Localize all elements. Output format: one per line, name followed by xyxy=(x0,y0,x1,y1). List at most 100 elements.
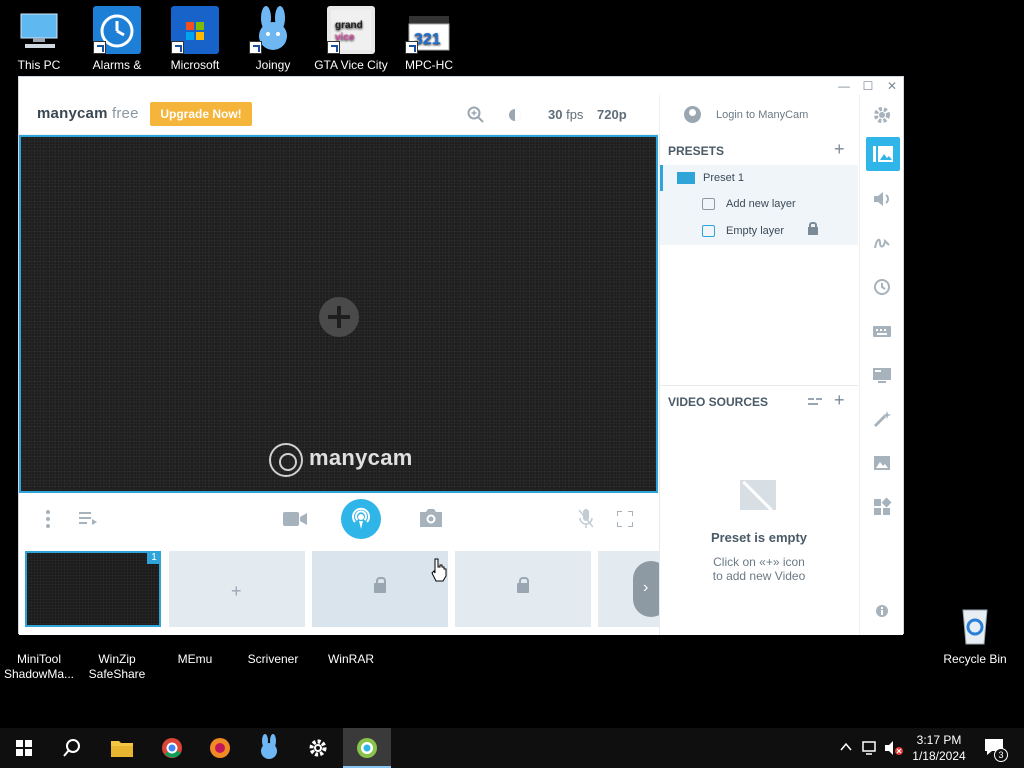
manycam-watermark-icon xyxy=(269,443,303,477)
windows-taskbar: 3:17 PM 1/18/2024 3 xyxy=(0,728,1024,768)
desktop-icon-label: GTA Vice City xyxy=(314,58,388,72)
desktop-icon-label: MPC-HC xyxy=(405,58,453,72)
broadcast-button[interactable] xyxy=(341,499,381,539)
svg-text:321: 321 xyxy=(414,31,441,48)
add-preset-thumbnail[interactable]: + xyxy=(169,551,305,627)
sources-settings-icon[interactable] xyxy=(808,397,822,407)
fps-value: 30 xyxy=(548,107,563,122)
notification-count: 3 xyxy=(994,748,1008,762)
resolution-selector[interactable]: 720p xyxy=(597,107,627,122)
gta-vice-city-icon: grand vice xyxy=(327,6,375,54)
desktop-icon-label: WinZip SafeShare xyxy=(88,652,146,681)
manycam-window: — ☐ ✕ manycam free Upgrade Now! 30 fps 7… xyxy=(18,76,904,635)
chevron-right-icon: › xyxy=(643,579,649,596)
desktop-icon-joingy[interactable]: Joingy xyxy=(234,6,312,73)
preset-image-icon xyxy=(677,172,695,184)
desktop-icon-label: Scrivener xyxy=(247,652,299,666)
empty-layer-item[interactable]: Empty layer xyxy=(660,218,858,244)
taskbar-manycam[interactable] xyxy=(343,728,391,768)
add-preset-plus-icon[interactable]: + xyxy=(834,139,845,160)
drawing-squiggle-icon[interactable] xyxy=(872,233,892,253)
add-layer-item[interactable]: Add new layer xyxy=(660,191,858,217)
manycam-watermark-text: manycam xyxy=(309,445,413,470)
login-area[interactable]: Login to ManyCam xyxy=(659,95,859,135)
playlist-icon[interactable] xyxy=(79,511,97,527)
volume-muted-icon[interactable] xyxy=(884,740,904,756)
desktop-icon-microsoft[interactable]: Microsoft xyxy=(156,6,234,73)
desktop-icon-mpc[interactable]: 321 MPC-HC xyxy=(390,6,468,73)
system-clock[interactable]: 3:17 PM 1/18/2024 xyxy=(908,732,970,764)
clock-icon[interactable] xyxy=(872,277,892,297)
title-bar: — ☐ ✕ xyxy=(19,77,903,95)
desktop-icon-this-pc[interactable]: This PC xyxy=(0,6,78,73)
section-divider xyxy=(660,385,858,386)
folder-icon xyxy=(111,741,133,757)
minimize-button[interactable]: — xyxy=(836,79,852,93)
taskbar-joingy[interactable] xyxy=(245,728,293,768)
maximize-button[interactable]: ☐ xyxy=(860,79,876,93)
search-button[interactable] xyxy=(48,728,96,768)
empty-state-line-1: Click on «+» icon xyxy=(713,555,805,569)
video-controls xyxy=(19,493,659,545)
shortcut-arrow-icon xyxy=(327,41,340,54)
empty-state-line-2: to add new Video xyxy=(712,569,806,583)
keyboard-icon[interactable] xyxy=(872,321,892,341)
settings-gear-icon[interactable] xyxy=(872,105,892,125)
user-avatar-icon xyxy=(684,106,701,123)
login-link[interactable]: Login to ManyCam xyxy=(716,109,808,121)
right-panel: PRESETS + Preset 1 Add new layer Empty l… xyxy=(659,135,859,635)
desktop-icon-label: Microsoft xyxy=(170,58,220,72)
settings-gear-icon xyxy=(309,739,327,757)
snapshot-camera-icon[interactable] xyxy=(420,509,442,527)
info-icon[interactable] xyxy=(872,601,892,621)
network-icon[interactable] xyxy=(862,740,880,756)
shortcut-arrow-icon xyxy=(249,41,262,54)
desktop-icon-alarms[interactable]: Alarms & xyxy=(78,6,156,73)
desktop-icon-label: Recycle Bin xyxy=(943,652,1007,666)
chevron-up-icon[interactable] xyxy=(840,742,852,752)
clock-date: 1/18/2024 xyxy=(912,749,966,763)
taskbar-browser[interactable] xyxy=(196,728,244,768)
add-source-plus-icon[interactable] xyxy=(319,297,359,337)
logo-brand: manycam xyxy=(37,105,108,122)
magic-wand-icon[interactable] xyxy=(872,409,892,429)
zoom-icon[interactable] xyxy=(467,106,485,124)
preset-item-1[interactable]: Preset 1 xyxy=(660,165,858,191)
desktop-icon-label: MiniTool ShadowMa... xyxy=(3,652,75,681)
widgets-icon[interactable] xyxy=(872,497,892,517)
taskbar-chrome[interactable] xyxy=(148,728,196,768)
notifications-button[interactable]: 3 xyxy=(976,728,1016,768)
brightness-icon[interactable] xyxy=(506,106,524,124)
fps-selector[interactable]: 30 fps xyxy=(548,107,583,122)
more-options-icon[interactable] xyxy=(45,509,51,529)
next-presets-button[interactable]: › xyxy=(633,561,659,617)
taskbar-file-explorer[interactable] xyxy=(98,728,146,768)
recycle-bin-icon xyxy=(951,600,999,648)
desktop-icon-gta[interactable]: grand vice GTA Vice City xyxy=(312,6,390,73)
plus-icon: + xyxy=(231,581,242,601)
add-layer-label: Add new layer xyxy=(726,198,796,210)
preset-thumbnail-1[interactable]: 1 xyxy=(25,551,161,627)
empty-layer-label: Empty layer xyxy=(726,225,785,237)
presets-image-icon xyxy=(873,146,893,162)
image-gallery-icon[interactable] xyxy=(872,453,892,473)
fullscreen-icon[interactable] xyxy=(617,511,633,527)
desktop-icon-recycle-bin[interactable]: Recycle Bin xyxy=(936,600,1014,667)
chrome-icon xyxy=(162,738,182,758)
audio-speaker-icon[interactable] xyxy=(872,189,892,209)
this-pc-icon xyxy=(15,6,63,54)
presets-tab[interactable] xyxy=(866,137,900,171)
alarm-clock-icon xyxy=(93,6,141,54)
locked-preset-thumbnail[interactable] xyxy=(312,551,448,627)
close-button[interactable]: ✕ xyxy=(884,79,900,93)
video-camera-icon[interactable] xyxy=(283,511,307,527)
microphone-muted-icon[interactable] xyxy=(579,509,593,529)
main-video-preview[interactable]: manycam xyxy=(19,135,658,493)
taskbar-settings[interactable] xyxy=(294,728,342,768)
screen-icon[interactable] xyxy=(872,365,892,385)
start-button[interactable] xyxy=(0,728,48,768)
upgrade-button[interactable]: Upgrade Now! xyxy=(150,102,252,126)
search-icon xyxy=(63,739,80,757)
add-video-source-plus-icon[interactable]: + xyxy=(834,390,845,411)
locked-preset-thumbnail[interactable] xyxy=(455,551,591,627)
